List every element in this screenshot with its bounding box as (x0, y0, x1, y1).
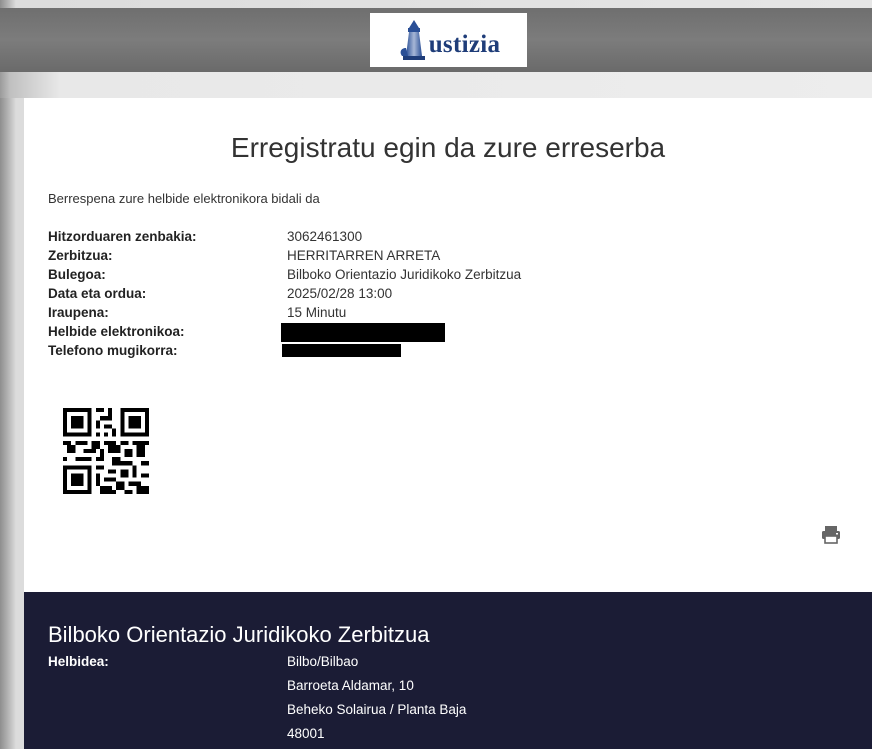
detail-label: Zerbitzua: (48, 248, 113, 263)
detail-value: Bilboko Orientazio Juridikoko Zerbitzua (287, 267, 522, 282)
detail-value: HERRITARREN ARRETA (287, 248, 441, 263)
address-line: 48001 (287, 726, 325, 741)
detail-row-office: Bulegoa: Bilboko Orientazio Juridikoko Z… (48, 267, 648, 286)
print-button[interactable] (820, 525, 842, 545)
detail-value: 15 Minutu (287, 305, 347, 320)
detail-row-phone: Telefono mugikorra: (48, 343, 648, 362)
header-bar: ustizia (0, 8, 872, 72)
detail-label: Data eta ordua: (48, 286, 147, 301)
detail-value: 2025/02/28 13:00 (287, 286, 393, 301)
justice-column-icon (400, 20, 425, 60)
address-line: Barroeta Aldamar, 10 (287, 678, 414, 693)
address-line: Bilbo/Bilbao (287, 654, 359, 669)
detail-label: Helbide elektronikoa: (48, 324, 185, 339)
qr-code (63, 408, 149, 494)
detail-row-datetime: Data eta ordua: 2025/02/28 13:00 (48, 286, 648, 305)
detail-label: Hitzorduaren zenbakia: (48, 229, 197, 244)
redacted-phone (282, 344, 401, 357)
detail-label: Iraupena: (48, 305, 109, 320)
printer-icon (822, 526, 840, 544)
detail-label: Bulegoa: (48, 267, 106, 282)
detail-row-service: Zerbitzua: HERRITARREN ARRETA (48, 248, 648, 267)
detail-row-email: Helbide elektronikoa: (48, 323, 648, 343)
redacted-email (281, 323, 445, 342)
office-footer: Bilboko Orientazio Juridikoko Zerbitzua … (24, 592, 872, 749)
logo-text: ustizia (428, 31, 501, 58)
top-strip (0, 72, 872, 98)
appointment-details: Hitzorduaren zenbakia: 3062461300 Zerbit… (48, 229, 648, 362)
detail-value: 3062461300 (287, 229, 363, 244)
detail-row-duration: Iraupena: 15 Minutu (48, 305, 648, 324)
confirmation-subtitle: Berrespena zure helbide elektronikora bi… (48, 191, 320, 206)
justizia-logo[interactable]: ustizia (370, 13, 527, 67)
page-title: Erregistratu egin da zure erreserba (230, 132, 666, 163)
address-lines: Bilbo/Bilbao Barroeta Aldamar, 10 Beheko… (287, 654, 466, 749)
office-name: Bilboko Orientazio Juridikoko Zerbitzua (48, 622, 430, 647)
detail-row-appointment-number: Hitzorduaren zenbakia: 3062461300 (48, 229, 648, 248)
confirmation-card: Erregistratu egin da zure erreserba Berr… (24, 98, 872, 592)
address-label: Helbidea: (48, 654, 109, 669)
address-line: Beheko Solairua / Planta Baja (287, 702, 467, 717)
detail-label: Telefono mugikorra: (48, 343, 178, 358)
